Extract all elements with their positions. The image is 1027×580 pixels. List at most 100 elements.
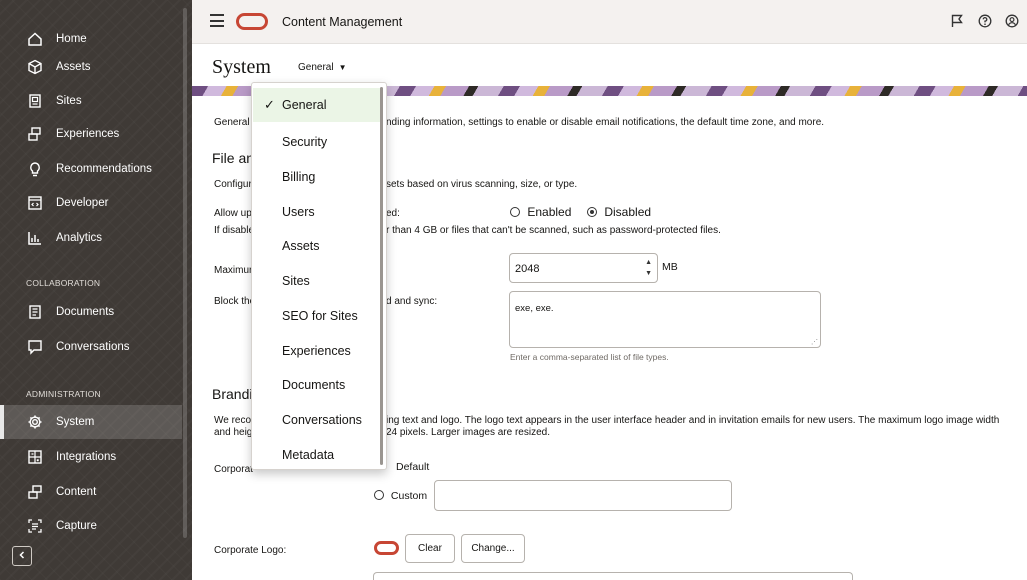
- allow-upload-label-prefix: Allow up: [214, 208, 252, 219]
- dropdown-item-label: General: [282, 98, 327, 112]
- blocked-file-types-textarea[interactable]: exe, exe. ⋰: [509, 291, 821, 348]
- home-icon: [26, 30, 44, 48]
- caret-down-icon: ▼: [338, 63, 347, 72]
- conversations-icon: [26, 338, 44, 356]
- default-radio-option[interactable]: Default: [396, 461, 429, 474]
- user-icon[interactable]: [1004, 13, 1020, 29]
- sidebar-item-system[interactable]: System: [0, 405, 182, 439]
- flag-icon[interactable]: [949, 13, 965, 29]
- section-selector[interactable]: General ▼: [298, 62, 347, 73]
- dropdown-item-conversations[interactable]: Conversations: [253, 403, 383, 437]
- collapse-sidebar-button[interactable]: [12, 546, 32, 566]
- sidebar-item-label: Documents: [56, 306, 115, 318]
- file-config-text: sets based on virus scanning, size, or t…: [386, 179, 578, 190]
- file-section-heading: File an: [212, 150, 255, 166]
- number-stepper-icon[interactable]: ▲ ▼: [645, 257, 652, 279]
- dropdown-item-users[interactable]: Users: [253, 195, 383, 229]
- checkmark-icon: ✓: [264, 97, 275, 112]
- branding-rec-prefix-2: and heig: [214, 427, 253, 438]
- sidebar-item-documents[interactable]: Documents: [0, 295, 182, 329]
- sidebar-item-label: System: [56, 416, 95, 428]
- enabled-radio-option[interactable]: Enabled: [510, 205, 571, 219]
- dropdown-item-seo-for-sites[interactable]: SEO for Sites: [253, 299, 383, 333]
- integrations-icon: [26, 448, 44, 466]
- disabled-radio[interactable]: [587, 207, 597, 217]
- capture-icon: [26, 517, 44, 535]
- max-size-value: 2048: [515, 263, 540, 275]
- app-title: Content Management: [282, 15, 403, 29]
- max-size-input[interactable]: 2048 ▲ ▼: [509, 253, 658, 283]
- dropdown-item-label: Sites: [282, 274, 310, 288]
- branding-rec-text-2: 24 pixels. Larger images are resized.: [386, 427, 550, 438]
- custom-radio-option[interactable]: Custom: [374, 490, 427, 503]
- section-selector-label: General: [298, 62, 334, 73]
- dropdown-item-label: Conversations: [282, 413, 362, 427]
- sidebar-item-label: Assets: [56, 61, 91, 73]
- system-gear-icon: [26, 413, 44, 431]
- sidebar-heading-collaboration: COLLABORATION: [26, 278, 101, 288]
- chevron-left-icon: [17, 549, 27, 563]
- sidebar-item-recommendations[interactable]: Recommendations: [0, 152, 182, 186]
- help-icon[interactable]: [977, 13, 993, 29]
- sidebar-item-label: Home: [56, 33, 87, 45]
- sidebar-item-label: Content: [56, 486, 97, 498]
- sidebar-item-experiences[interactable]: Experiences: [0, 117, 182, 151]
- dropdown-item-experiences[interactable]: Experiences: [253, 334, 383, 368]
- sidebar-item-label: Conversations: [56, 341, 130, 353]
- resize-handle-icon[interactable]: ⋰: [811, 338, 818, 346]
- custom-radio[interactable]: [374, 490, 384, 500]
- sidebar-item-label: Developer: [56, 197, 109, 209]
- sidebar-item-label: Capture: [56, 520, 97, 532]
- page-title: System: [212, 56, 271, 78]
- dropdown-item-label: Documents: [282, 378, 346, 392]
- custom-text-input[interactable]: [434, 480, 732, 511]
- sidebar-heading-administration: ADMINISTRATION: [26, 389, 101, 399]
- sidebar-item-conversations[interactable]: Conversations: [0, 330, 182, 364]
- dropdown-item-label: Assets: [282, 239, 320, 253]
- hamburger-menu-icon[interactable]: [210, 14, 224, 27]
- sites-icon: [26, 92, 44, 110]
- app-header: Content Management: [192, 0, 1027, 44]
- sidebar-item-capture[interactable]: Capture: [0, 509, 182, 543]
- sidebar-item-integrations[interactable]: Integrations: [0, 440, 182, 474]
- sidebar-scrollbar[interactable]: [183, 8, 187, 538]
- dropdown-item-label: Users: [282, 205, 315, 219]
- block-types-label: d and sync:: [386, 296, 438, 307]
- enabled-radio-label: Enabled: [527, 205, 572, 219]
- clear-logo-button[interactable]: Clear: [405, 534, 455, 563]
- custom-radio-label: Custom: [390, 490, 428, 502]
- section-dropdown-menu: ✓ General Security Billing Users Assets …: [251, 82, 387, 470]
- brand-logo: [236, 13, 268, 30]
- sidebar-item-label: Experiences: [56, 128, 120, 140]
- dropdown-item-documents[interactable]: Documents: [253, 368, 383, 402]
- corporate-logo-preview: [374, 541, 399, 555]
- dropdown-item-billing[interactable]: Billing: [253, 160, 383, 194]
- change-logo-button[interactable]: Change...: [461, 534, 525, 563]
- enabled-radio[interactable]: [510, 207, 520, 217]
- allow-upload-label: ed:: [386, 208, 400, 219]
- sidebar: Home Assets Sites Experiences Recommenda…: [0, 0, 192, 580]
- disabled-radio-option[interactable]: Disabled: [587, 205, 651, 219]
- sidebar-item-sites[interactable]: Sites: [0, 84, 182, 118]
- sidebar-item-assets[interactable]: Assets: [0, 50, 182, 84]
- branding-section-heading: Brandi: [212, 386, 253, 402]
- max-size-label-prefix: Maximur: [214, 265, 253, 276]
- dropdown-item-metadata[interactable]: Metadata: [253, 438, 383, 472]
- dropdown-scrollbar[interactable]: [380, 87, 383, 465]
- max-size-unit: MB: [662, 261, 678, 273]
- sidebar-item-developer[interactable]: Developer: [0, 186, 182, 220]
- dropdown-item-general[interactable]: ✓ General: [253, 88, 383, 122]
- dropdown-item-sites[interactable]: Sites: [253, 264, 383, 298]
- sidebar-item-content[interactable]: Content: [0, 475, 182, 509]
- dropdown-item-assets[interactable]: Assets: [253, 229, 383, 263]
- corporate-logo-label: Corporate Logo:: [214, 545, 287, 556]
- dropdown-item-label: Metadata: [282, 448, 335, 462]
- sidebar-item-label: Sites: [56, 95, 82, 107]
- sidebar-item-analytics[interactable]: Analytics: [0, 221, 182, 255]
- dropdown-item-label: SEO for Sites: [282, 309, 358, 323]
- if-disabled-text: r than 4 GB or files that can't be scann…: [386, 225, 721, 236]
- logo-url-input[interactable]: [373, 572, 853, 580]
- dropdown-item-security[interactable]: Security: [253, 125, 383, 159]
- developer-icon: [26, 194, 44, 212]
- blocked-file-types-value: exe, exe.: [515, 303, 554, 314]
